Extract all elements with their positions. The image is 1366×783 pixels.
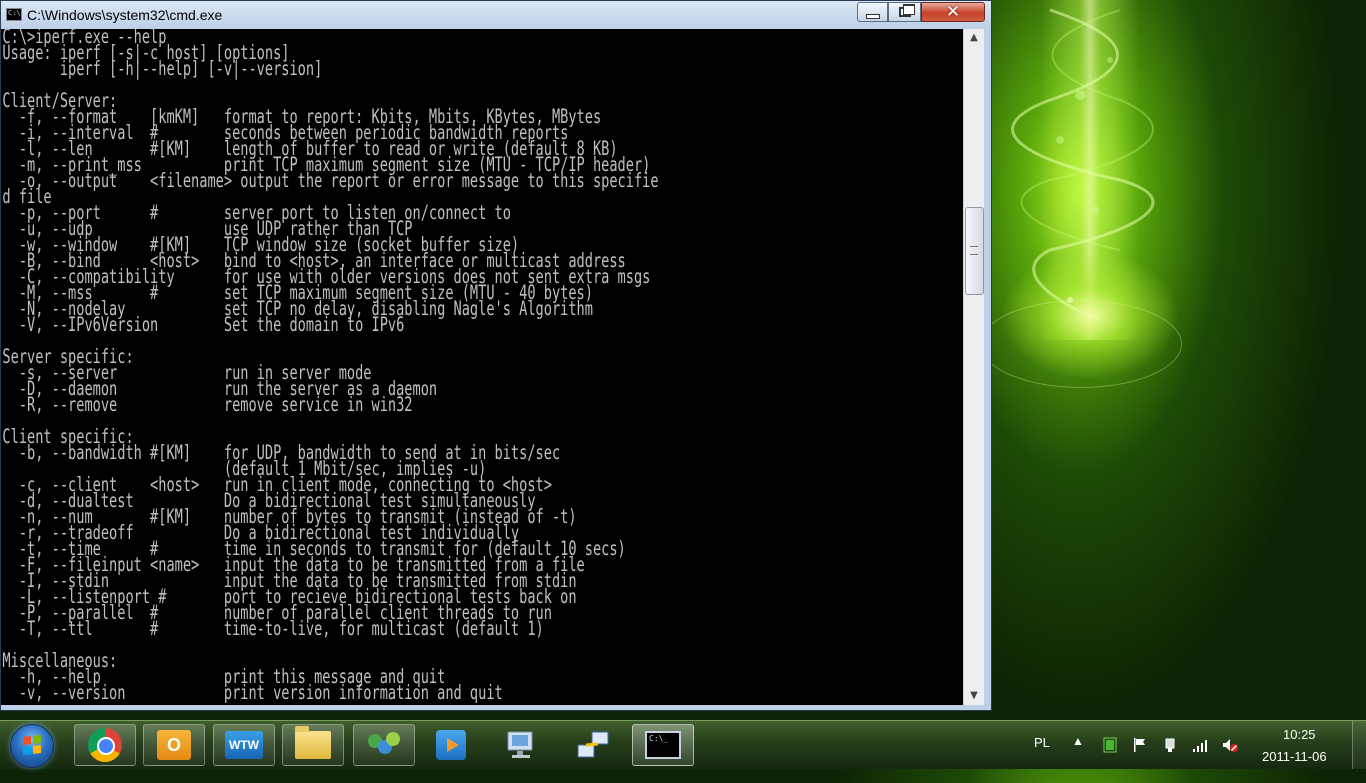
volume-muted-icon[interactable] [1222,737,1238,753]
start-button[interactable] [10,724,54,768]
console-line: -v, --version print version information … [2,681,503,704]
taskbar: O WTW C:\_ PL ▲ 10:25 2011-11-06 [0,720,1366,769]
console-line: -o, --output <filename> output the repor… [2,169,659,192]
clock-time[interactable]: 10:25 [1283,727,1316,742]
minimize-icon [865,13,880,19]
show-hidden-icons-arrow-icon[interactable]: ▲ [1072,734,1084,782]
scroll-down-arrow-icon[interactable]: ▼ [964,687,984,705]
wallpaper-spiral [1011,8,1155,322]
cmd-window[interactable]: C:\ C:\Windows\system32\cmd.exe ✕ C:\>ip… [0,0,992,711]
scrollbar-thumb[interactable] [965,207,984,295]
taskbar-network[interactable] [562,724,624,766]
console-line: -V, --IPv6Version Set the domain to IPv6 [2,313,405,336]
console-line: -T, --ttl # time-to-live, for multicast … [2,617,544,640]
desktop-wallpaper [990,0,1366,720]
flag-icon[interactable] [1132,737,1148,753]
window-title: C:\Windows\system32\cmd.exe [27,7,223,23]
cmd-window-icon[interactable]: C:\ [6,8,22,21]
taskbar-wtw[interactable]: WTW [213,724,275,766]
cmd-icon: C:\_ [645,731,681,759]
folder-icon [295,726,331,759]
media-player-icon [436,730,466,760]
taskbar-chrome[interactable] [74,724,136,766]
network-icon [577,731,609,758]
windows-logo-icon [23,735,41,755]
scroll-up-arrow-icon[interactable]: ▲ [964,29,984,47]
console-text: C:\>iperf.exe --help Usage: iperf [-s|-c… [1,29,684,704]
maximize-icon [898,4,915,17]
battery-icon[interactable] [1102,737,1118,753]
taskbar-people[interactable] [353,724,415,766]
signal-icon[interactable] [1192,737,1208,753]
taskbar-outlook[interactable]: O [143,724,205,766]
window-titlebar[interactable]: C:\ C:\Windows\system32\cmd.exe ✕ [1,1,991,29]
console-line: -R, --remove remove service in win32 [2,393,413,416]
taskbar-cmd[interactable]: C:\_ [632,724,694,766]
taskbar-media[interactable] [420,724,482,766]
minimize-button[interactable] [857,2,888,22]
close-icon: ✕ [945,1,961,22]
people-icon [366,730,402,760]
close-button[interactable]: ✕ [921,2,985,22]
taskbar-monitor[interactable] [490,724,552,766]
wtw-icon: WTW [225,731,263,759]
usb-icon[interactable] [1162,737,1178,753]
maximize-button[interactable] [888,2,921,22]
monitor-icon [507,731,533,758]
language-indicator[interactable]: PL [1034,735,1050,783]
chrome-icon [88,728,122,762]
show-desktop-button[interactable] [1352,721,1366,769]
clock-date[interactable]: 2011-11-06 [1262,749,1327,764]
console-output[interactable]: C:\>iperf.exe --help Usage: iperf [-s|-c… [1,29,963,705]
taskbar-explorer[interactable] [282,724,344,766]
console-line: iperf [-h|--help] [-v|--version] [2,57,323,80]
outlook-icon: O [157,730,191,760]
vertical-scrollbar[interactable]: ▲ ▼ [963,29,984,705]
